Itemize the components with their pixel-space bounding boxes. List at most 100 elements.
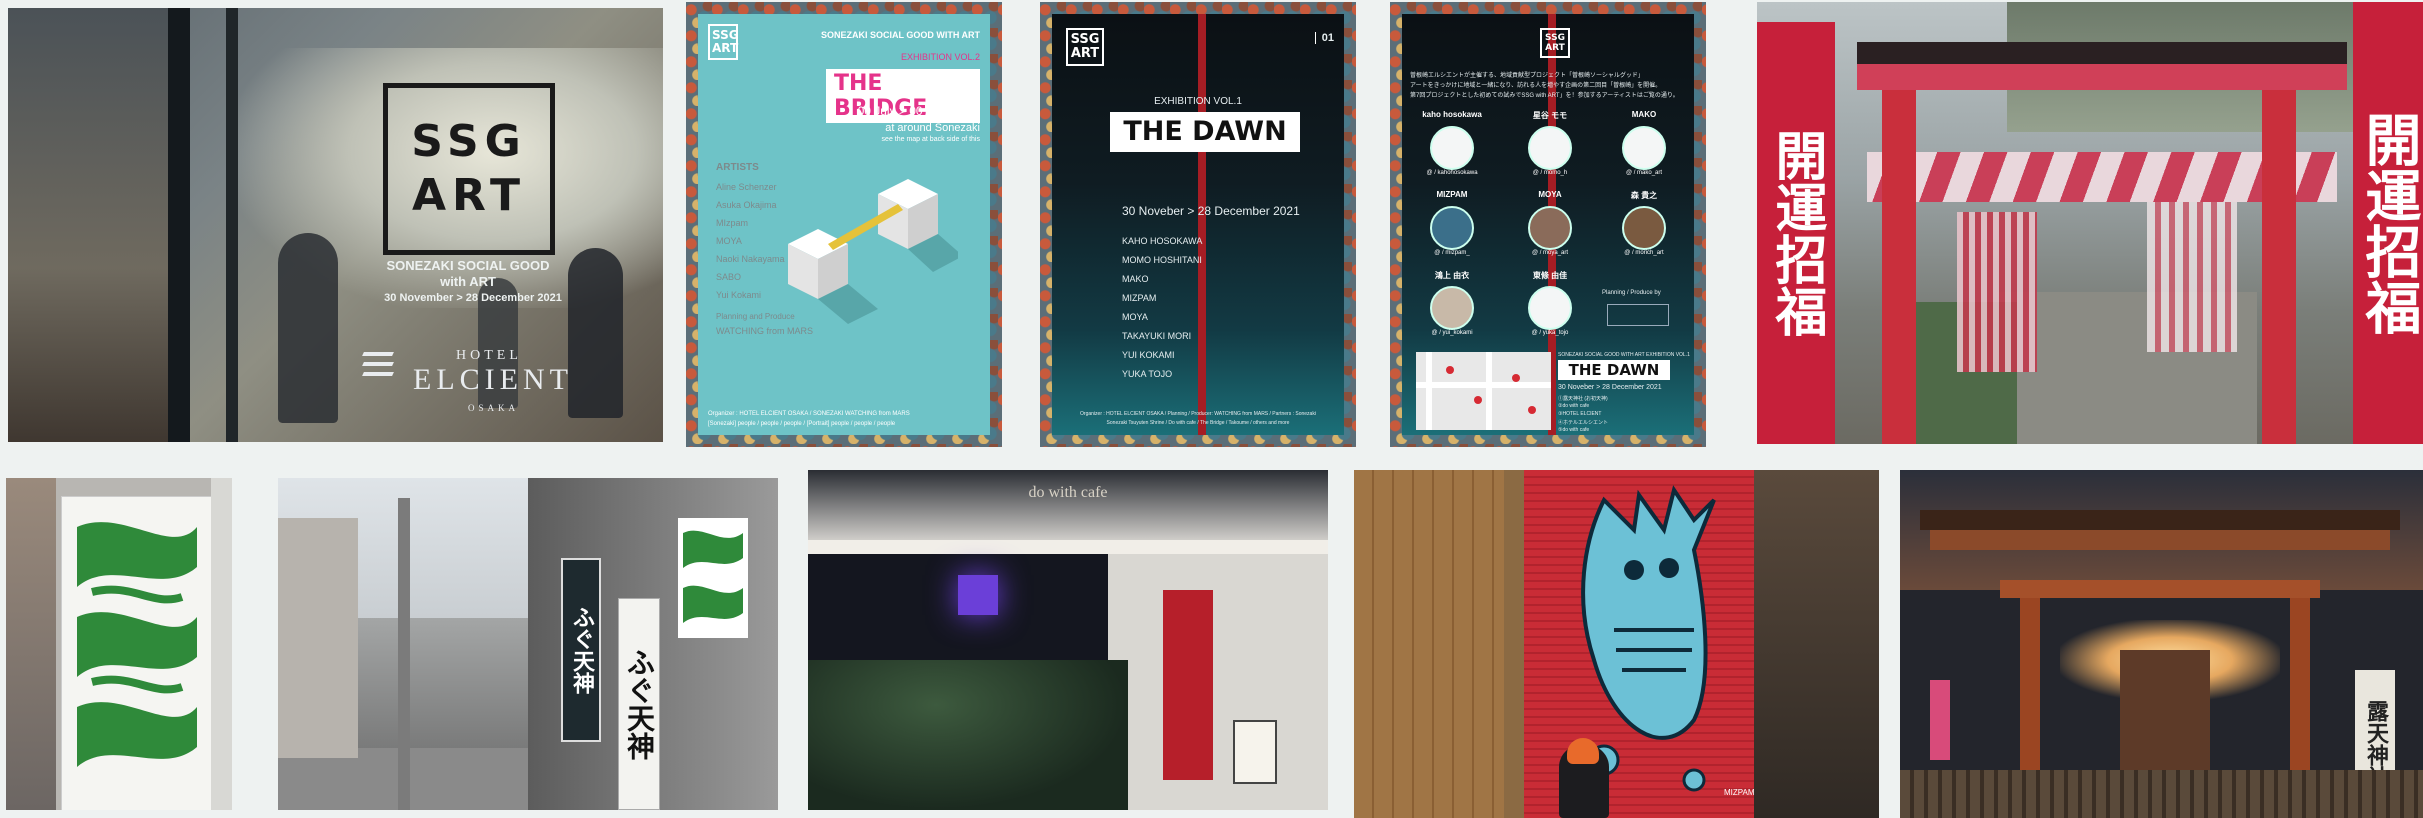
artist-handle: @ / mako_art xyxy=(1625,170,1663,176)
artist-handle: @ / yuka_tojo xyxy=(1531,330,1569,336)
photo-do-with-cafe[interactable]: do with cafe xyxy=(808,470,1328,810)
dawn-footer-1: Organizer : HOTEL ELCIENT OSAKA / Planni… xyxy=(1080,411,1316,417)
bridge-dates: 00 July > 00 Aug. 2022 xyxy=(857,104,980,118)
dawn-footer-2: Sonezaki Tsuyuten Shrine / Do with cafe … xyxy=(1106,420,1290,426)
window-frame xyxy=(168,8,190,442)
bridge-exhibition: EXHIBITION VOL.2 xyxy=(900,52,980,62)
artist-handle: @ / mizpam_ xyxy=(1434,250,1470,256)
torii-top-beam xyxy=(1857,64,2347,90)
shrine-roof xyxy=(1920,510,2400,530)
artist-handle: @ / morich_art xyxy=(1624,250,1664,256)
poster-dawn-body: SSG ART 01 EXHIBITION VOL.1 THE DAWN 30 … xyxy=(1052,14,1344,435)
logo-ssg: SSG xyxy=(1070,32,1100,47)
dawn-artist: MOMO HOSHITANI xyxy=(1122,255,1202,265)
map-road xyxy=(1426,352,1432,430)
artist-name: 星谷 モモ xyxy=(1532,111,1568,120)
image-gallery: { "hotel_window": { "logo_line1": "SSG",… xyxy=(0,0,2423,818)
artist-name: kaho hosokawa xyxy=(1422,110,1482,119)
building-right xyxy=(1754,470,1879,818)
dawn-artist: TAKAYUKI MORI xyxy=(1122,331,1192,341)
sign-tenjin-text: ふぐ天神 xyxy=(623,648,656,760)
purple-light xyxy=(958,575,998,615)
ssg-logo-small: SSG ART xyxy=(1066,28,1104,66)
photo-shrine-night[interactable]: 露天神社 xyxy=(1900,470,2423,818)
photo-mural-shutter[interactable]: MIZPAM xyxy=(1354,470,1879,818)
map-pin-icon xyxy=(1474,396,1482,404)
venue-item: ④ホテルエルシエント xyxy=(1558,420,1609,426)
hotel-logo-mark xyxy=(362,348,397,382)
poster-dawn-back-body: SSG ART 曽根崎エルシエントが主催する、地域貢献型プロジェクト「曽根崎ソー… xyxy=(1402,14,1694,435)
venue-item: ⑤do with cafe xyxy=(1558,427,1590,433)
photo-street-signs[interactable]: ふぐ天神 ふぐ天神 xyxy=(278,478,778,810)
map-road xyxy=(1486,352,1492,430)
ema-plaques xyxy=(1957,212,2037,372)
wood-wall-left xyxy=(1354,470,1504,818)
building-left xyxy=(6,478,56,810)
shrine-banner-right: 開運招福 xyxy=(2353,2,2423,444)
map-pin-icon xyxy=(1512,374,1520,382)
venue-item: ①露天神社 (お初天神) xyxy=(1558,396,1608,402)
ssg-art-logo: SSG ART xyxy=(383,83,555,255)
artist-avatar xyxy=(1528,206,1572,250)
window-tagline-1: SONEZAKI SOCIAL GOOD xyxy=(386,258,550,273)
ema-plaques xyxy=(2147,202,2237,352)
ssg-logo-small: SSG ART xyxy=(708,24,739,60)
orange-hat xyxy=(1567,738,1599,764)
bridge-artist: Yui Kokami xyxy=(716,290,762,300)
banner-right-text: 開運招福 xyxy=(2356,111,2421,335)
logo-art: ART xyxy=(1545,43,1565,53)
sign-panel xyxy=(61,496,213,810)
torii-kasagi xyxy=(1857,42,2347,64)
artist-avatar xyxy=(1528,126,1572,170)
photo-green-pattern-sign[interactable] xyxy=(6,478,232,810)
poster-the-dawn[interactable]: SSG ART 01 EXHIBITION VOL.1 THE DAWN 30 … xyxy=(1040,2,1356,447)
hotel-name: ELCIENT xyxy=(413,363,573,396)
torii-post-right xyxy=(2262,90,2296,444)
shrine-roof-beam xyxy=(1930,530,2390,550)
utility-pole xyxy=(398,498,410,810)
logo-text-ssg: SSG xyxy=(411,116,527,167)
bridge-footer-2: [Sonezaki] people / people / people / [P… xyxy=(708,421,896,427)
artist-avatar xyxy=(1622,126,1666,170)
artist-avatar xyxy=(1430,126,1474,170)
window-left-pane xyxy=(8,8,168,442)
dawn-back-intro-1: 曽根崎エルシエントが主催する、地域貢献型プロジェクト「曽根崎ソーシャルグッド」 xyxy=(1410,73,1644,79)
red-door[interactable] xyxy=(1163,590,1213,780)
menu-board xyxy=(1233,720,1277,784)
artist-avatar xyxy=(1430,286,1474,330)
hotel-label: HOTEL xyxy=(456,348,522,363)
dawn-exhibition: EXHIBITION VOL.1 xyxy=(1154,96,1242,107)
dawn-red-stripe xyxy=(1198,14,1206,435)
artist-name: MAKO xyxy=(1631,110,1657,119)
banner-left-text: 開運招福 xyxy=(1766,129,1826,337)
dawn-artist: MOYA xyxy=(1122,312,1148,322)
artist-avatar xyxy=(1528,286,1572,330)
artist-name: MIZPAM xyxy=(1436,190,1468,199)
photo-hotel-window[interactable]: SSG ART SONEZAKI SOCIAL GOOD with ART 30… xyxy=(8,8,663,442)
bridge-org: SONEZAKI SOCIAL GOOD WITH ART xyxy=(821,30,980,40)
venue-map[interactable] xyxy=(1416,352,1551,430)
artist-handle: @ / kahohosokawa xyxy=(1426,170,1478,176)
poster-the-bridge[interactable]: SSG ART SONEZAKI SOCIAL GOOD WITH ART EX… xyxy=(686,2,1002,447)
dawn-artist: MAKO xyxy=(1122,274,1149,284)
dawn-artist: YUI KOKAMI xyxy=(1122,350,1175,360)
dawn-back-dates: 30 Noveber > 28 December 2021 xyxy=(1558,384,1662,391)
wooden-fence xyxy=(1900,770,2423,818)
bridge-location-note: see the map at back side of this xyxy=(881,136,980,143)
dawn-back-intro-3: 第7回プロジェクトとした初めての試みでSSG with ART」を！参加するアー… xyxy=(1410,93,1679,99)
venue-item: ③HOTEL ELCIENT xyxy=(1558,411,1602,417)
person-silhouette xyxy=(568,248,623,418)
dawn-artist: YUKA TOJO xyxy=(1122,369,1173,379)
cafe-wall xyxy=(1108,554,1328,810)
shrine-banner-left: 開運招福 xyxy=(1757,22,1835,444)
poster-the-dawn-back[interactable]: SSG ART 曽根崎エルシエントが主催する、地域貢献型プロジェクト「曽根崎ソー… xyxy=(1390,2,1706,447)
person-silhouette xyxy=(278,233,338,423)
photo-red-torii[interactable]: 開運招福 開運招福 xyxy=(1757,2,2423,444)
dawn-artist: MIZPAM xyxy=(1122,293,1157,303)
window-frame-inner xyxy=(226,8,238,442)
buildings-left xyxy=(278,518,358,758)
hotel-city: OSAKA xyxy=(468,403,520,413)
poster-bridge-body: SSG ART SONEZAKI SOCIAL GOOD WITH ART EX… xyxy=(698,14,990,435)
vertical-sign: ふぐ天神 xyxy=(618,598,660,810)
window-dates: 30 November > 28 December 2021 xyxy=(384,292,562,304)
